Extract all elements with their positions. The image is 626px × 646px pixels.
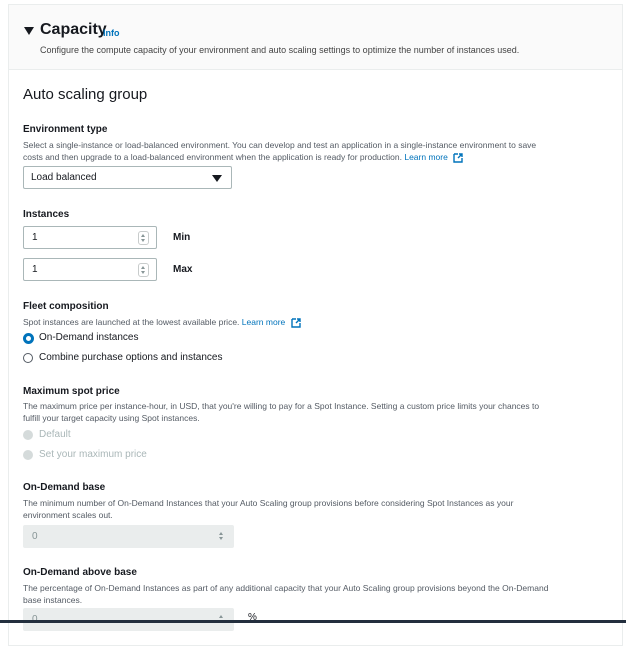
panel-description: Configure the compute capacity of your e… xyxy=(40,45,520,55)
environment-type-description: Select a single-instance or load-balance… xyxy=(23,139,608,163)
panel-title: Capacity xyxy=(40,21,107,38)
stepper-icon[interactable] xyxy=(138,231,149,245)
on-demand-base-input[interactable]: 0 xyxy=(23,525,234,548)
fleet-desc-text: Spot instances are launched at the lowes… xyxy=(23,317,240,327)
capacity-header[interactable]: Capacity Info Configure the compute capa… xyxy=(9,5,622,70)
radio-disabled-icon[interactable] xyxy=(23,450,33,460)
stepper-icon[interactable] xyxy=(217,613,226,625)
environment-type-desc-line2: costs and then upgrade to a load-balance… xyxy=(23,152,402,162)
environment-type-desc-line1: Select a single-instance or load-balance… xyxy=(23,140,537,150)
instances-max-value: 1 xyxy=(32,264,38,275)
max-label: Max xyxy=(173,264,193,275)
max-spot-desc-line1: The maximum price per instance-hour, in … xyxy=(23,401,540,411)
section-title: Auto scaling group xyxy=(23,86,148,103)
external-link-icon[interactable] xyxy=(290,318,301,328)
expand-caret-icon[interactable] xyxy=(24,27,34,35)
environment-type-label: Environment type xyxy=(23,124,108,135)
radio-selected-icon[interactable] xyxy=(23,333,34,344)
fleet-learn-more-link[interactable]: Learn more xyxy=(242,317,285,327)
fleet-composition-label: Fleet composition xyxy=(23,301,109,312)
radio-custom-label: Set your maximum price xyxy=(39,449,147,460)
on-demand-above-desc-line1: The percentage of On-Demand Instances as… xyxy=(23,583,549,593)
stepper-icon[interactable] xyxy=(138,263,149,277)
environment-type-value: Load balanced xyxy=(31,172,97,183)
max-spot-desc-line2: fulfill your target capacity using Spot … xyxy=(23,413,200,423)
max-spot-price-label: Maximum spot price xyxy=(23,386,120,397)
on-demand-base-desc-line2: environment scales out. xyxy=(23,510,113,520)
on-demand-above-base-label: On-Demand above base xyxy=(23,567,137,578)
stepper-icon[interactable] xyxy=(217,530,226,542)
external-link-icon[interactable] xyxy=(453,153,463,163)
dropdown-arrow-icon xyxy=(212,175,222,182)
radio-default-label: Default xyxy=(39,429,71,440)
environment-learn-more-link[interactable]: Learn more xyxy=(404,152,447,162)
max-spot-description: The maximum price per instance-hour, in … xyxy=(23,400,608,424)
instances-min-input[interactable]: 1 xyxy=(23,226,157,249)
on-demand-base-description: The minimum number of On-Demand Instance… xyxy=(23,497,608,521)
radio-on-demand-label: On-Demand instances xyxy=(39,332,139,343)
radio-disabled-icon[interactable] xyxy=(23,430,33,440)
radio-unselected-icon[interactable] xyxy=(23,353,33,363)
on-demand-base-value: 0 xyxy=(32,531,38,542)
instances-min-value: 1 xyxy=(32,232,38,243)
on-demand-above-desc-line2: base instances. xyxy=(23,595,83,605)
environment-type-select[interactable]: Load balanced xyxy=(23,166,232,189)
info-link[interactable]: Info xyxy=(103,28,120,38)
min-label: Min xyxy=(173,232,191,243)
instances-label: Instances xyxy=(23,209,70,220)
on-demand-base-desc-line1: The minimum number of On-Demand Instance… xyxy=(23,498,514,508)
instances-max-input[interactable]: 1 xyxy=(23,258,157,281)
fleet-description: Spot instances are launched at the lowes… xyxy=(23,316,608,328)
on-demand-base-label: On-Demand base xyxy=(23,482,106,493)
on-demand-above-description: The percentage of On-Demand Instances as… xyxy=(23,582,608,606)
radio-combine-label: Combine purchase options and instances xyxy=(39,352,223,363)
